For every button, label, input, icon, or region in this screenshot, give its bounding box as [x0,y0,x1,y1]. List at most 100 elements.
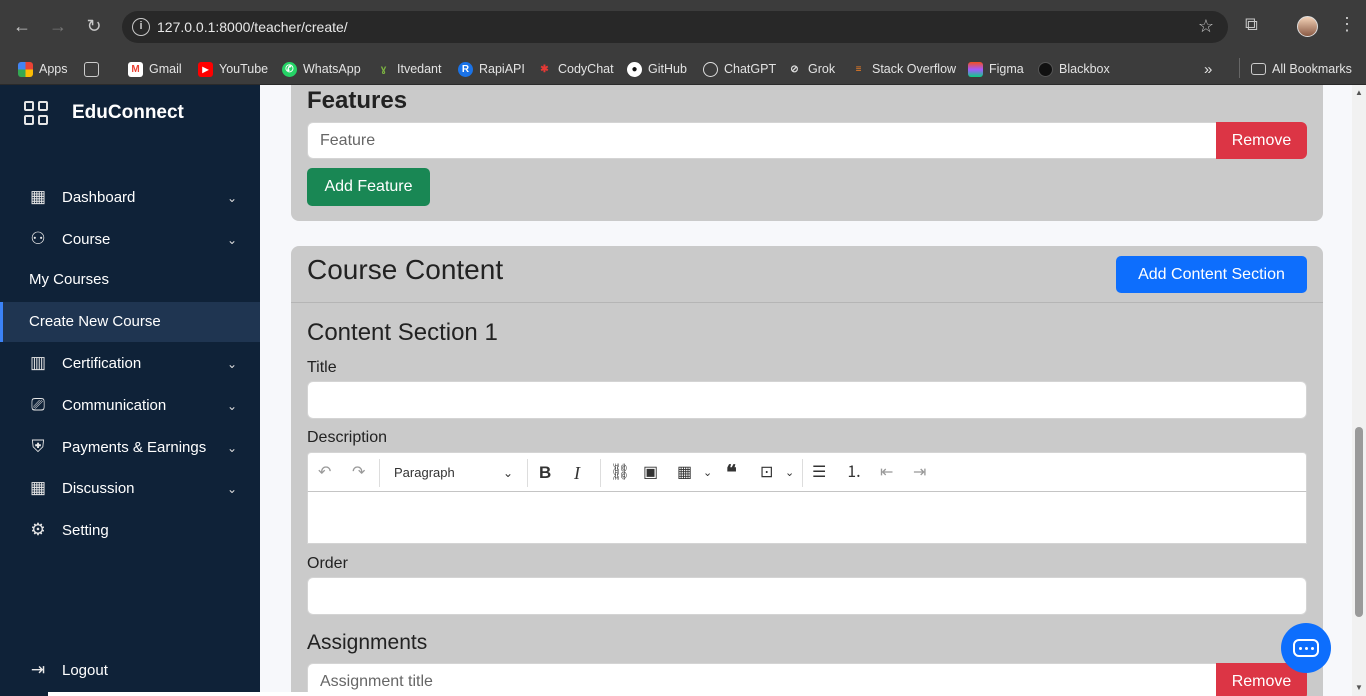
bookmark-stackoverflow[interactable]: ≡ Stack Overflow [851,59,956,79]
sidebar-item-label: Payments & Earnings [62,438,207,456]
sidebar-item-setting[interactable]: ⚙ Setting [0,510,260,550]
chevron-down-icon[interactable]: ⌄ [503,463,513,483]
sidebar-item-label: Certification [62,354,142,372]
sidebar-item-certification[interactable]: ▥ Certification ⌄ [0,343,260,383]
image-icon[interactable]: ▣ [643,463,658,483]
profile-avatar[interactable] [1297,16,1318,37]
title-label: Title [307,359,337,376]
apps-grid-icon [18,61,33,77]
bookmark-star-icon[interactable]: ☆ [1198,16,1214,37]
bookmark-chatgpt[interactable]: ChatGPT [703,59,776,79]
undo-icon[interactable]: ↶ [318,463,331,483]
sidebar-item-communication[interactable]: ⎚ Communication ⌄ [0,385,260,425]
sidebar-item-label: Course [62,230,111,248]
numbered-list-icon[interactable]: ⒈ [846,463,862,483]
page-scrollbar[interactable]: ▲ ▼ [1352,85,1366,696]
bookmark-itvedant[interactable]: ɣ Itvedant [376,59,442,79]
chat-bubble-icon [1293,639,1319,657]
all-bookmarks[interactable]: All Bookmarks [1251,59,1352,79]
sidebar: EduConnect ▦ Dashboard ⌄ ⚇ Course ⌄ My C… [0,85,260,696]
bulleted-list-icon[interactable]: ☰ [812,463,826,483]
content-section-title: Content Section 1 [307,319,498,346]
browser-toolbar: ← → ↻ i 127.0.0.1:8000/teacher/create/ ☆… [0,0,1366,52]
extensions-icon[interactable]: ⧉ [1245,14,1258,35]
redo-icon[interactable]: ↷ [352,463,365,483]
section-title-input[interactable] [307,381,1307,419]
back-icon[interactable]: ← [10,14,34,38]
bookmarks-bar: Apps M Gmail ▶ YouTube ✆ WhatsApp ɣ Itvedant… [0,52,1366,85]
scroll-thumb[interactable] [1355,427,1363,617]
description-editor[interactable] [307,492,1307,544]
whatsapp-icon: ✆ [282,61,297,77]
chevron-down-icon: ⌄ [227,191,238,205]
chat-button[interactable] [1281,623,1331,673]
chevron-down-icon: ⌄ [227,482,238,496]
building-icon: ▥ [29,353,47,372]
table-icon: ▦ [29,478,47,497]
paragraph-select[interactable]: Paragraph [394,463,455,483]
chevron-down-icon: ⌄ [227,233,238,247]
address-bar[interactable]: i 127.0.0.1:8000/teacher/create/ ☆ [122,11,1228,43]
sidebar-item-discussion[interactable]: ▦ Discussion ⌄ [0,468,260,508]
sidebar-item-label: Discussion [62,479,135,497]
rapidapi-icon: R [458,61,473,77]
sidebar-item-label: Dashboard [62,188,136,206]
user-icon: ⚇ [30,229,46,248]
github-icon: ● [627,61,642,77]
add-content-section-button[interactable]: Add Content Section [1116,256,1307,293]
sidebar-item-course[interactable]: ⚇ Course ⌄ [0,219,260,259]
outdent-icon[interactable]: ⇤ [880,463,893,483]
sidebar-subitem-my-courses[interactable]: My Courses [0,260,260,300]
reload-icon[interactable]: ↻ [82,14,106,38]
link-icon[interactable]: ⛓ [610,463,630,483]
gmail-icon: M [128,61,143,77]
scroll-up-icon[interactable]: ▲ [1355,88,1363,97]
logout-button[interactable]: ⇥ Logout [0,650,260,690]
bookmark-youtube[interactable]: ▶ YouTube [198,59,268,79]
bookmark-codychat[interactable]: ✱ CodyChat [537,59,613,79]
sidebar-item-payments[interactable]: ⛨ Payments & Earnings ⌄ [0,427,260,467]
brand[interactable]: EduConnect [24,101,184,125]
bookmark-gmail[interactable]: M Gmail [128,59,182,79]
bookmark-figma[interactable]: Figma [968,59,1024,79]
sidebar-item-label: Create New Course [29,313,161,330]
chevron-down-icon[interactable]: ⌄ [703,463,712,483]
sidebar-item-dashboard[interactable]: ▦ Dashboard ⌄ [0,177,260,217]
site-info-icon[interactable]: i [132,18,150,36]
more-bookmarks-icon[interactable]: » [1204,59,1212,79]
camera-icon: ⎚ [31,395,45,414]
bookmark-grok[interactable]: ⊘ Grok [787,59,835,79]
grok-icon: ⊘ [790,63,799,75]
bookmark-apps[interactable]: Apps [18,59,68,79]
italic-icon[interactable]: I [574,463,580,483]
indent-icon[interactable]: ⇥ [913,463,926,483]
media-embed-icon[interactable]: ⊡ [760,463,773,483]
table-icon: ▦ [29,187,47,206]
bookmark-rapidapi[interactable]: R RapiAPI [458,59,525,79]
brand-grid-icon [24,101,48,125]
codychat-icon: ✱ [540,63,549,75]
add-feature-button[interactable]: Add Feature [307,168,430,206]
main-content: Features Feature Remove Add Feature Cour… [260,85,1352,696]
sidebar-subitem-create-new-course[interactable]: Create New Course [0,302,260,342]
remove-feature-button[interactable]: Remove [1216,122,1307,159]
table-icon[interactable]: ▦ [677,463,692,483]
itvedant-icon: ɣ [380,63,387,75]
bottom-strip [48,692,680,696]
order-input[interactable] [307,577,1307,615]
bookmark-github[interactable]: ● GitHub [627,59,687,79]
logout-icon: ⇥ [30,660,46,679]
url-text[interactable]: 127.0.0.1:8000/teacher/create/ [157,19,348,35]
editor-toolbar: ↶ ↷ Paragraph ⌄ B I ⛓ ▣ ▦ ⌄ ❝ ⊡ ⌄ ☰ ⒈ ⇤ … [307,452,1307,492]
browser-menu-icon[interactable]: ⋮ [1338,14,1356,35]
chevron-down-icon[interactable]: ⌄ [785,463,794,483]
bookmark-whatsapp[interactable]: ✆ WhatsApp [282,59,361,79]
scroll-down-icon[interactable]: ▼ [1355,683,1363,692]
bookmark-tab-groups[interactable] [84,59,99,79]
bold-icon[interactable]: B [539,463,551,483]
feature-input[interactable]: Feature [307,122,1217,159]
bookmark-blackbox[interactable]: Blackbox [1038,59,1110,79]
blockquote-icon[interactable]: ❝ [726,463,737,483]
forward-icon[interactable]: → [46,14,70,38]
shield-icon: ⛨ [31,437,45,456]
